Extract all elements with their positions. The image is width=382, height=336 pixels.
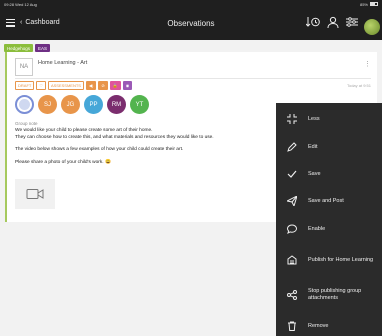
status-badges: DRAFT ♡ ASSESSMENTS ◀) ⊘ 🔒 ◉	[15, 81, 133, 90]
send-icon	[286, 195, 298, 207]
child-avatar[interactable]: YT	[130, 95, 149, 114]
menu-label: Less	[308, 115, 320, 122]
check-icon	[286, 168, 298, 180]
observation-title: Home Learning - Art	[38, 60, 88, 66]
filter-icon[interactable]	[346, 16, 358, 28]
author-avatar: NA	[15, 58, 33, 76]
status-bar: 09:28 Wed 12 Aug 85%	[0, 0, 382, 8]
child-avatar-placeholder[interactable]	[15, 95, 34, 114]
note-line: Please share a photo of your child's wor…	[15, 159, 111, 165]
menu-label: Enable	[308, 225, 326, 232]
menu-item-edit[interactable]: Edit	[276, 139, 382, 155]
app-bar: ‹ Cashboard Observations	[0, 8, 382, 40]
menu-item-save-and-post[interactable]: Save and Post	[276, 193, 382, 209]
battery-icon	[370, 2, 378, 6]
child-badge-icon: ◉	[122, 81, 133, 90]
trash-icon	[286, 320, 298, 332]
note-body: We would like your child to please creat…	[15, 128, 275, 172]
person-icon[interactable]	[327, 16, 339, 28]
more-vert-icon[interactable]: ⋮	[364, 60, 371, 68]
video-camera-icon	[26, 189, 44, 199]
battery-percent: 85%	[359, 1, 368, 7]
group-tags: Hedgehogs EAS	[4, 44, 51, 52]
status-time: 09:28	[4, 1, 15, 7]
child-avatar[interactable]: PP	[84, 95, 103, 114]
divider	[15, 78, 371, 79]
note-label: Group note	[15, 121, 38, 126]
menu-item-save[interactable]: Save	[276, 166, 382, 182]
comment-icon	[286, 223, 298, 235]
menu-label: Stop publishing group attachments	[308, 288, 362, 301]
action-menu: Less Edit Save Save and Post Enable Publ…	[276, 103, 382, 336]
video-attachment[interactable]	[15, 179, 55, 209]
menu-item-stop-publishing[interactable]: Stop publishing group attachments	[276, 284, 382, 306]
status-date: Wed 12 Aug	[15, 1, 37, 7]
assessments-badge[interactable]: ASSESSMENTS	[47, 81, 84, 90]
menu-label: Remove	[308, 322, 329, 329]
tag-eas[interactable]: EAS	[35, 44, 51, 52]
sort-history-icon[interactable]	[306, 16, 320, 28]
heart-badge-icon: ♡	[36, 81, 46, 90]
menu-item-less[interactable]: Less	[276, 111, 382, 127]
link-badge-icon: ⊘	[98, 81, 108, 90]
note-line: We would like your child to please creat…	[15, 128, 153, 133]
timestamp: Today at 9:51	[346, 83, 371, 88]
home-learning-icon	[286, 254, 298, 266]
draft-badge: DRAFT	[15, 81, 35, 90]
share-icon	[286, 289, 298, 301]
menu-item-remove[interactable]: Remove	[276, 318, 382, 334]
speaker-badge-icon: ◀)	[85, 81, 97, 90]
menu-item-enable[interactable]: Enable	[276, 221, 382, 237]
user-avatar[interactable]	[364, 19, 380, 35]
lock-badge-icon: 🔒	[109, 81, 121, 90]
children-list: SJ JG PP RM YT	[15, 95, 149, 114]
note-line: They can choose how to create this, and …	[15, 134, 214, 140]
menu-label: Publish for Home Learning	[308, 256, 374, 263]
child-avatar[interactable]: JG	[61, 95, 80, 114]
collapse-icon	[286, 113, 298, 125]
note-line: The video below shows a few examples of …	[15, 147, 184, 153]
pencil-icon	[286, 141, 298, 153]
menu-item-publish-home-learning[interactable]: Publish for Home Learning	[276, 249, 382, 271]
child-avatar[interactable]: RM	[107, 95, 126, 114]
menu-label: Save	[308, 170, 321, 177]
menu-label: Save and Post	[308, 197, 344, 204]
child-avatar[interactable]: SJ	[38, 95, 57, 114]
menu-label: Edit	[308, 143, 318, 150]
tag-hedgehogs[interactable]: Hedgehogs	[4, 44, 34, 52]
